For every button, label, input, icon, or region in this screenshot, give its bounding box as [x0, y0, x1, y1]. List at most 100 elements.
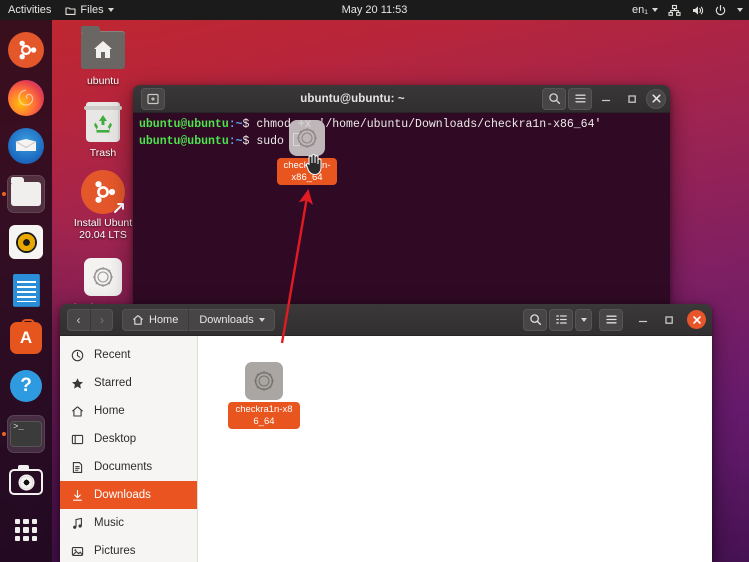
- maximize-button[interactable]: [620, 88, 644, 110]
- drag-hand-cursor: [303, 152, 323, 176]
- files-window[interactable]: ‹ › Home Downloads: [60, 304, 712, 562]
- terminal-titlebar[interactable]: ubuntu@ubuntu: ~: [133, 85, 670, 113]
- sidebar-item-label: Desktop: [94, 433, 136, 445]
- dock-item-thunderbird[interactable]: [0, 122, 52, 170]
- dock-item-ubuntu-software-center[interactable]: [0, 26, 52, 74]
- sidebar-item-pictures[interactable]: Pictures: [60, 537, 197, 562]
- activities-button[interactable]: Activities: [8, 4, 51, 16]
- gnome-top-bar[interactable]: Activities Files May 20 11:53 en₁: [0, 0, 749, 20]
- desktop-icon: [70, 433, 85, 446]
- camera-icon: [7, 463, 45, 501]
- breadcrumb-current[interactable]: Downloads: [188, 309, 274, 331]
- files-view[interactable]: checkra1n-x86_64: [198, 336, 712, 562]
- writer-icon: [7, 271, 45, 309]
- power-icon[interactable]: [714, 4, 727, 17]
- desktop-icon-install-ubuntu[interactable]: Install Ubunt 20.04 LTS: [68, 170, 138, 242]
- dock-item-terminal[interactable]: >_: [0, 410, 52, 458]
- close-button[interactable]: [687, 310, 706, 329]
- desktop-icon-label: Trash: [90, 147, 116, 159]
- music-note-icon: [70, 517, 85, 530]
- dock-item-firefox[interactable]: [0, 74, 52, 122]
- ubuntu-dock[interactable]: A ? >_: [0, 20, 52, 562]
- system-indicators[interactable]: en₁: [632, 4, 743, 17]
- chevron-down-icon[interactable]: [259, 318, 265, 322]
- network-icon[interactable]: [668, 4, 681, 17]
- keyboard-layout-indicator[interactable]: en₁: [632, 4, 658, 16]
- checkra1n-icon: [81, 255, 125, 299]
- list-view-icon[interactable]: [549, 309, 573, 331]
- view-options-chevron-icon[interactable]: [575, 309, 592, 331]
- dock-item-cheese-camera[interactable]: [0, 458, 52, 506]
- running-indicator: [2, 432, 6, 436]
- files-titlebar[interactable]: ‹ › Home Downloads: [60, 304, 712, 336]
- dock-item-help[interactable]: ?: [0, 362, 52, 410]
- file-item-label: checkra1n-x86_64: [228, 402, 300, 429]
- close-button[interactable]: [646, 89, 666, 109]
- terminal-line: ubuntu@ubuntu:~$ chmod +x '/home/ubuntu/…: [139, 117, 664, 133]
- sidebar-item-label: Pictures: [94, 545, 136, 557]
- app-menu-label: Files: [80, 4, 103, 16]
- chevron-down-icon[interactable]: [737, 8, 743, 12]
- activities-label: Activities: [8, 4, 51, 16]
- home-folder-icon: [81, 28, 125, 72]
- back-button[interactable]: ‹: [67, 309, 90, 331]
- chevron-down-icon[interactable]: [108, 8, 114, 12]
- firefox-icon: [7, 79, 45, 117]
- desktop-icon-home-folder[interactable]: ubuntu: [68, 28, 138, 87]
- dock-item-files[interactable]: [0, 170, 52, 218]
- dock-item-show-applications[interactable]: [0, 506, 52, 554]
- sidebar-item-label: Home: [94, 405, 125, 417]
- checkra1n-icon: [245, 362, 283, 400]
- picture-icon: [70, 545, 85, 558]
- home-icon: [132, 314, 144, 326]
- terminal-tab-icon[interactable]: [141, 88, 165, 110]
- search-icon[interactable]: [542, 88, 566, 110]
- clock-button[interactable]: May 20 11:53: [342, 4, 408, 16]
- sidebar-item-label: Recent: [94, 349, 130, 361]
- terminal-prompt-path: :~: [229, 135, 243, 148]
- dock-item-ubuntu-software[interactable]: A: [0, 314, 52, 362]
- keyboard-layout-label: en₁: [632, 4, 648, 16]
- download-icon: [70, 489, 85, 502]
- apps-grid-icon: [7, 511, 45, 549]
- volume-icon[interactable]: [691, 4, 704, 17]
- desktop-icon-trash[interactable]: Trash: [68, 100, 138, 159]
- terminal-output[interactable]: ubuntu@ubuntu:~$ chmod +x '/home/ubuntu/…: [133, 113, 670, 307]
- sidebar-item-downloads[interactable]: Downloads: [60, 481, 197, 509]
- desktop-icon-label: ubuntu: [87, 75, 119, 87]
- nav-buttons[interactable]: ‹ ›: [67, 309, 113, 331]
- hamburger-menu-icon[interactable]: [599, 309, 623, 331]
- running-indicator: [2, 192, 6, 196]
- maximize-button[interactable]: [657, 309, 681, 331]
- sidebar-item-home[interactable]: Home: [60, 397, 197, 425]
- shortcut-arrow-icon: [112, 200, 127, 215]
- minimize-button[interactable]: [631, 309, 655, 331]
- clock-label: May 20 11:53: [342, 4, 408, 16]
- help-icon: ?: [7, 367, 45, 405]
- sidebar-item-starred[interactable]: Starred: [60, 369, 197, 397]
- star-icon: [70, 377, 85, 390]
- chevron-down-icon[interactable]: [652, 8, 658, 12]
- terminal-window[interactable]: ubuntu@ubuntu: ~: [133, 85, 670, 307]
- forward-button[interactable]: ›: [90, 309, 113, 331]
- thunderbird-icon: [7, 127, 45, 165]
- terminal-icon: >_: [7, 415, 45, 453]
- dock-item-libreoffice-writer[interactable]: [0, 266, 52, 314]
- checkra1n-icon: [289, 120, 325, 156]
- breadcrumb-home[interactable]: Home: [122, 309, 188, 331]
- dock-item-rhythmbox[interactable]: [0, 218, 52, 266]
- file-item-checkra1n[interactable]: checkra1n-x86_64: [228, 362, 300, 429]
- minimize-button[interactable]: [594, 88, 618, 110]
- hamburger-menu-icon[interactable]: [568, 88, 592, 110]
- sidebar-item-recent[interactable]: Recent: [60, 341, 197, 369]
- files-sidebar[interactable]: Recent Starred H: [60, 336, 198, 562]
- sidebar-item-documents[interactable]: Documents: [60, 453, 197, 481]
- sidebar-item-label: Starred: [94, 377, 132, 389]
- app-menu-button[interactable]: Files: [65, 4, 113, 16]
- sidebar-item-music[interactable]: Music: [60, 509, 197, 537]
- document-icon: [70, 461, 85, 474]
- sidebar-item-desktop[interactable]: Desktop: [60, 425, 197, 453]
- terminal-prompt-user: ubuntu@ubuntu: [139, 118, 229, 131]
- breadcrumb[interactable]: Home Downloads: [122, 309, 275, 331]
- search-icon[interactable]: [523, 309, 547, 331]
